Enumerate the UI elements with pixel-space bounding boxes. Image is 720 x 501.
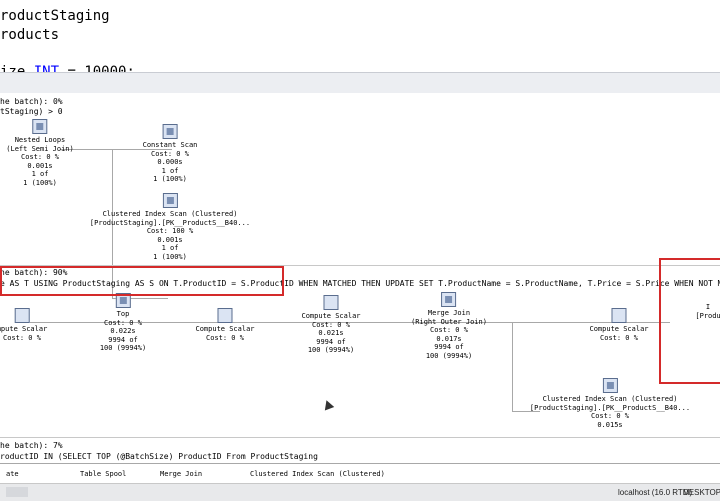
- node-name: Clustered Index Scan (Clustered): [542, 395, 678, 403]
- node-percent: 1 (100%): [153, 175, 187, 183]
- node-name: Nested Loops: [14, 136, 66, 144]
- highlight-box-operator: [659, 258, 720, 384]
- node-percent: 100 (9994%): [425, 351, 473, 360]
- stmt3-query: roductID IN (SELECT TOP (@BatchSize) Pro…: [0, 452, 318, 461]
- clustered-index-scan-icon: [162, 193, 178, 208]
- constant-scan-icon: [162, 124, 178, 139]
- node-rows: 9994 of: [434, 343, 464, 351]
- plan-connector: [512, 322, 513, 412]
- code-line-1: roductStaging: [0, 8, 110, 24]
- merge-join-icon: [441, 292, 457, 307]
- node-time: 0.001s: [27, 161, 53, 170]
- compute-scalar-icon: [611, 308, 627, 323]
- node-cost: Cost: 0 %: [600, 333, 638, 342]
- code-keyword: INT: [33, 64, 60, 72]
- compute-scalar-icon: [217, 308, 233, 323]
- node-time: 0.015s: [597, 420, 623, 429]
- node-time: 0.021s: [318, 329, 344, 337]
- node-cost: Cost: 100 %: [146, 227, 194, 235]
- node-cost: Cost: 0 %: [312, 320, 350, 329]
- plan-node-compute-scalar[interactable]: Compute Scalar Cost: 0 %: [195, 308, 255, 342]
- node-cost: Cost: 0 %: [3, 333, 41, 342]
- plan-node-compute-scalar[interactable]: mpute Scalar Cost: 0 %: [0, 308, 47, 342]
- node-percent: 100 (9994%): [99, 344, 147, 352]
- peek-label: Table Spool: [80, 470, 127, 478]
- status-server: localhost (16.0 RTM): [618, 488, 693, 497]
- highlight-box-merge: [0, 266, 284, 296]
- query-editor[interactable]: roductStaging roducts ize INT = 10000;: [0, 0, 720, 72]
- code-text: = 10000;: [67, 64, 135, 72]
- node-subtitle: (Right Outer Join): [411, 317, 487, 326]
- node-name: mpute Scalar: [0, 325, 48, 333]
- node-cost: Cost: 0 %: [21, 153, 59, 161]
- code-line-2: roducts: [0, 27, 60, 43]
- stmt1-header: he batch): 0%: [0, 97, 63, 106]
- node-cost: Cost: 0 %: [591, 412, 629, 420]
- clustered-index-scan-icon: [602, 378, 618, 393]
- peek-label: Clustered Index Scan (Clustered): [250, 470, 385, 478]
- status-machine: DESKTOP-1: [683, 488, 720, 497]
- pane-splitter[interactable]: [0, 72, 720, 94]
- code-text: ize: [0, 64, 26, 72]
- node-cost: Cost: 0 %: [206, 333, 244, 342]
- node-name: Clustered Index Scan (Clustered): [102, 210, 238, 218]
- plan-node-clustered-index-scan[interactable]: Clustered Index Scan (Clustered) [Produc…: [530, 378, 690, 429]
- node-cost: Cost: 0 %: [104, 318, 142, 327]
- status-bar: localhost (16.0 RTM) DESKTOP-1: [0, 483, 720, 501]
- stmt1-query: tStaging) > 0: [0, 107, 63, 116]
- execution-plan-pane[interactable]: he batch): 0% tStaging) > 0 Nested Loops…: [0, 93, 720, 483]
- node-rows: 1 of: [31, 170, 49, 178]
- node-name: Constant Scan: [142, 141, 198, 149]
- node-cost: Cost: 0 %: [430, 326, 468, 334]
- compute-scalar-icon: [323, 295, 339, 310]
- node-subtitle: [ProductStaging].[PK__ProductS__B40...: [529, 403, 691, 412]
- plan-node-compute-scalar[interactable]: Compute Scalar Cost: 0 % 0.021s 9994 of …: [301, 295, 361, 355]
- node-percent: 100 (9994%): [307, 346, 355, 354]
- node-rows: 9994 of: [108, 335, 138, 344]
- compute-scalar-icon: [14, 308, 30, 323]
- code-line-3: ize INT = 10000;: [0, 64, 135, 72]
- node-time: 0.017s: [436, 334, 462, 343]
- status-indicator: [6, 487, 28, 497]
- node-cost: Cost: 0 %: [151, 149, 189, 158]
- node-name: Compute Scalar: [589, 325, 649, 333]
- plan-node-constant-scan[interactable]: Constant Scan Cost: 0 % 0.000s 1 of 1 (1…: [142, 124, 198, 184]
- node-rows: 1 of: [161, 244, 179, 252]
- peek-label: Merge Join: [160, 470, 203, 478]
- plan-connector: [0, 463, 720, 464]
- plan-node-compute-scalar[interactable]: Compute Scalar Cost: 0 %: [589, 308, 649, 342]
- node-subtitle: [ProductStaging].[PK__ProductS__B40...: [89, 218, 251, 227]
- nested-loops-icon: [32, 119, 48, 134]
- node-name: Merge Join: [427, 309, 471, 317]
- node-time: 0.001s: [157, 235, 183, 244]
- node-time: 0.000s: [157, 158, 183, 166]
- node-percent: 1 (100%): [23, 178, 57, 187]
- node-name: Top: [116, 310, 130, 318]
- node-time: 0.022s: [110, 327, 136, 335]
- node-rows: 1 of: [161, 166, 179, 175]
- node-rows: 9994 of: [316, 337, 346, 346]
- node-name: Compute Scalar: [301, 312, 361, 320]
- plan-node-clustered-index-scan[interactable]: Clustered Index Scan (Clustered) [Produc…: [90, 193, 250, 261]
- peek-label: ate: [6, 470, 19, 478]
- node-name: Compute Scalar: [195, 325, 255, 333]
- stmt3-header: he batch): 7%: [0, 441, 63, 450]
- node-percent: 1 (100%): [153, 252, 187, 261]
- plan-node-nested-loops[interactable]: Nested Loops (Left Semi Join) Cost: 0 % …: [6, 119, 74, 187]
- node-subtitle: (Left Semi Join): [6, 144, 74, 153]
- statement-separator: [0, 437, 720, 438]
- plan-node-merge-join[interactable]: Merge Join (Right Outer Join) Cost: 0 % …: [411, 292, 487, 360]
- plan-node-top[interactable]: Top Cost: 0 % 0.022s 9994 of 100 (9994%): [100, 293, 146, 353]
